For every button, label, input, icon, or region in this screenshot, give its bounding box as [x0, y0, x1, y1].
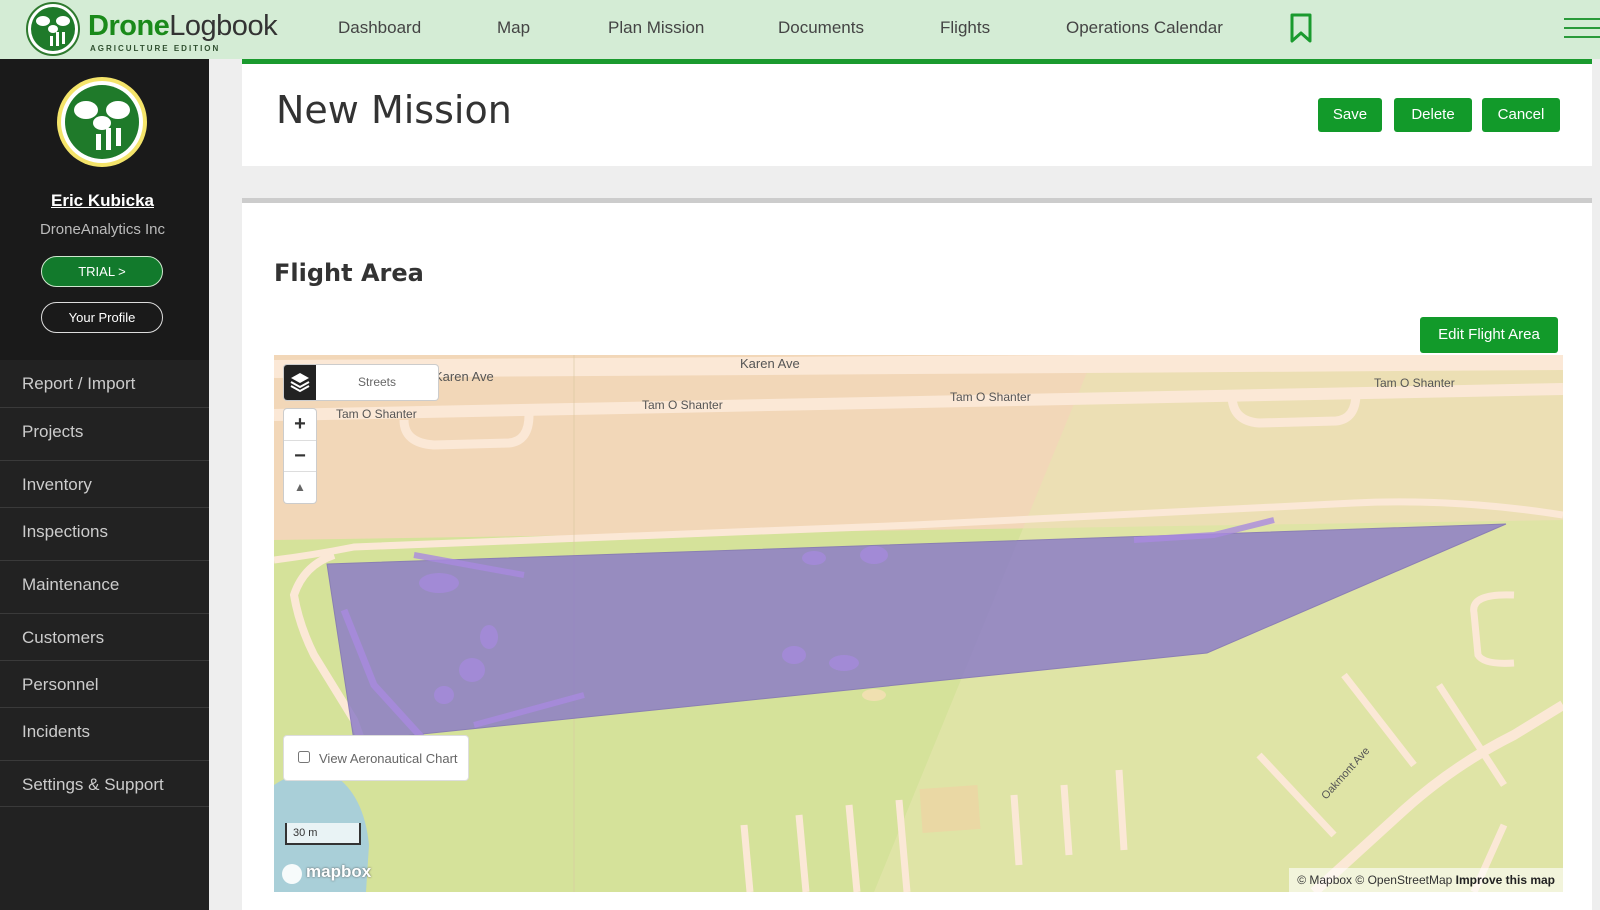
- map-style-label[interactable]: Streets: [316, 365, 438, 400]
- nav-operations-calendar[interactable]: Operations Calendar: [1066, 18, 1223, 38]
- sidebar-item-personnel[interactable]: Personnel: [0, 660, 209, 707]
- avatar[interactable]: [56, 76, 148, 168]
- sidebar-item-inventory[interactable]: Inventory: [0, 460, 209, 507]
- nav-dashboard[interactable]: Dashboard: [338, 18, 421, 38]
- street-label-karen-ave-mid: Karen Ave: [740, 356, 800, 371]
- sidebar-item-incidents[interactable]: Incidents: [0, 707, 209, 754]
- sidebar: Eric Kubicka DroneAnalytics Inc TRIAL > …: [0, 59, 209, 910]
- street-label-karen-ave-left: Karen Ave: [434, 369, 494, 384]
- street-label-tam-2: Tam O Shanter: [642, 398, 723, 412]
- edit-flight-area-button[interactable]: Edit Flight Area: [1420, 317, 1558, 353]
- bookmark-icon[interactable]: [1289, 13, 1313, 43]
- drone-logo-icon: [26, 2, 80, 56]
- your-profile-button[interactable]: Your Profile: [41, 302, 163, 333]
- compass-icon[interactable]: ▲: [284, 471, 316, 502]
- aeronautical-chart-checkbox[interactable]: [298, 751, 310, 763]
- sidebar-item-maintenance[interactable]: Maintenance: [0, 560, 209, 607]
- cancel-button[interactable]: Cancel: [1482, 98, 1560, 132]
- map-style-switcher[interactable]: Streets: [284, 365, 438, 400]
- trial-button[interactable]: TRIAL >: [41, 256, 163, 287]
- layers-icon[interactable]: [284, 365, 316, 400]
- sidebar-item-report-import[interactable]: Report / Import: [0, 360, 209, 407]
- brand-subtitle: AGRICULTURE EDITION: [90, 44, 221, 53]
- map-attribution: © Mapbox © OpenStreetMap Improve this ma…: [1289, 868, 1563, 892]
- nav-documents[interactable]: Documents: [778, 18, 864, 38]
- nav-plan-mission[interactable]: Plan Mission: [608, 18, 704, 38]
- mission-header-card: New Mission Save Delete Cancel: [242, 59, 1592, 166]
- delete-button[interactable]: Delete: [1394, 98, 1472, 132]
- zoom-in-button[interactable]: +: [284, 409, 316, 440]
- zoom-out-button[interactable]: −: [284, 440, 316, 471]
- nav-map[interactable]: Map: [497, 18, 530, 38]
- zoom-control: + − ▲: [284, 409, 316, 503]
- map-scale: 30 m: [285, 823, 361, 845]
- street-label-tam-1: Tam O Shanter: [336, 407, 417, 421]
- hamburger-menu-icon[interactable]: [1564, 18, 1600, 38]
- flight-area-map[interactable]: Karen Ave Karen Ave Tam O Shanter Tam O …: [274, 355, 1563, 892]
- sidebar-item-customers[interactable]: Customers: [0, 613, 209, 660]
- user-name-link[interactable]: Eric Kubicka: [0, 191, 205, 211]
- nav-flights[interactable]: Flights: [940, 18, 990, 38]
- attrib-osm-link[interactable]: © OpenStreetMap: [1355, 873, 1452, 887]
- street-label-tam-3: Tam O Shanter: [950, 390, 1031, 404]
- street-label-oakmont: Oakmont Ave: [1319, 745, 1372, 802]
- app-logo[interactable]: DroneLogbook AGRICULTURE EDITION: [26, 2, 296, 56]
- section-title-flight-area: Flight Area: [274, 259, 424, 287]
- street-label-tam-4: Tam O Shanter: [1374, 376, 1455, 390]
- improve-map-link[interactable]: Improve this map: [1456, 873, 1555, 887]
- page-title: New Mission: [276, 88, 512, 132]
- save-button[interactable]: Save: [1318, 98, 1382, 132]
- brand-name: DroneLogbook: [88, 10, 278, 42]
- sidebar-item-settings-support[interactable]: Settings & Support: [0, 760, 209, 807]
- sidebar-item-inspections[interactable]: Inspections: [0, 507, 209, 554]
- mapbox-logo-icon: [282, 864, 302, 884]
- aeronautical-chart-toggle: View Aeronautical Chart: [284, 736, 468, 780]
- attrib-mapbox-link[interactable]: © Mapbox: [1297, 873, 1352, 887]
- company-name: DroneAnalytics Inc: [39, 221, 166, 238]
- aeronautical-chart-label[interactable]: View Aeronautical Chart: [319, 751, 458, 766]
- street-labels: Karen Ave Karen Ave Tam O Shanter Tam O …: [336, 356, 1455, 802]
- mapbox-logo[interactable]: mapbox: [282, 861, 382, 885]
- sidebar-item-projects[interactable]: Projects: [0, 407, 209, 454]
- top-navbar: DroneLogbook AGRICULTURE EDITION Dashboa…: [0, 0, 1600, 59]
- user-profile-panel: Eric Kubicka DroneAnalytics Inc TRIAL > …: [0, 59, 209, 360]
